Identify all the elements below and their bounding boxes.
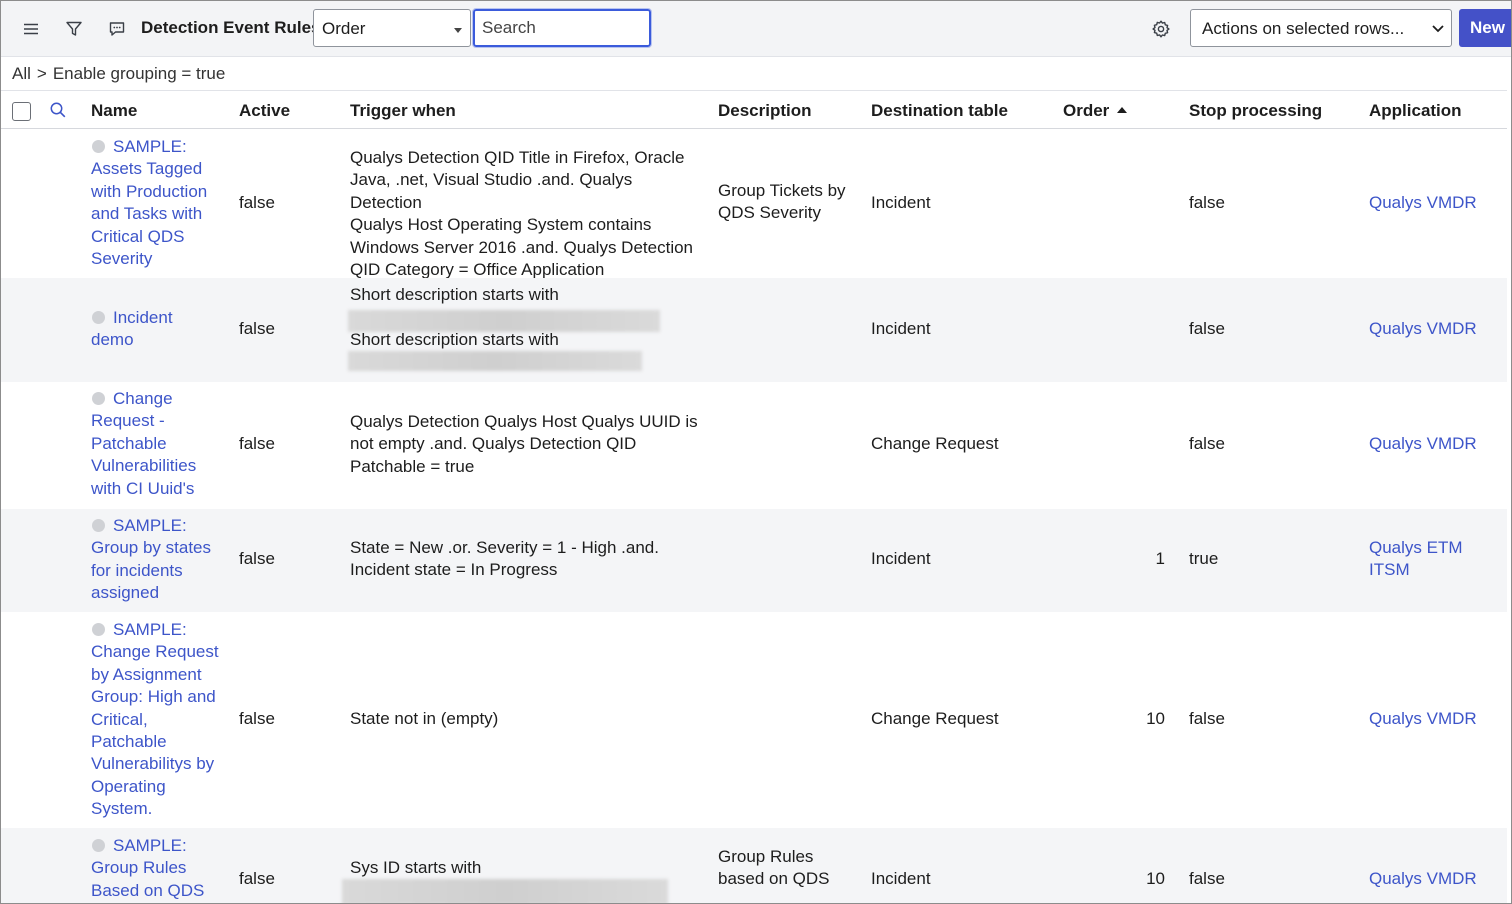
- row-order: 10: [1146, 709, 1165, 728]
- row-name-link[interactable]: Incident demo: [91, 307, 219, 352]
- row-application-link[interactable]: Qualys VMDR: [1369, 192, 1499, 214]
- row-application-link[interactable]: Qualys VMDR: [1369, 708, 1499, 730]
- status-dot-icon: [92, 392, 105, 405]
- column-header-trigger[interactable]: Trigger when: [350, 101, 456, 121]
- row-active: false: [239, 319, 275, 338]
- row-trigger: Short description starts with: [350, 285, 559, 304]
- hamburger-menu-icon[interactable]: [17, 15, 45, 43]
- sort-ascending-icon: [1117, 107, 1128, 113]
- row-destination: Incident: [871, 193, 931, 212]
- row-name-link[interactable]: Change Request - Patchable Vulnerabilities w…: [91, 388, 219, 500]
- row-trigger: Short description starts with: [350, 330, 559, 349]
- row-destination: Incident: [871, 549, 931, 568]
- filter-icon[interactable]: [60, 15, 88, 43]
- row-stop-processing: false: [1189, 869, 1225, 888]
- actions-select[interactable]: Actions on selected rows...: [1190, 9, 1452, 47]
- status-dot-icon: [92, 519, 105, 532]
- row-name-link[interactable]: SAMPLE: Assets Tagged with Production and T…: [91, 136, 219, 270]
- row-order: 10: [1146, 869, 1165, 888]
- row-active: false: [239, 869, 275, 888]
- row-application-link[interactable]: Qualys VMDR: [1369, 433, 1499, 455]
- row-trigger: Sys ID starts with: [350, 858, 482, 877]
- row-active: false: [239, 709, 275, 728]
- new-button[interactable]: New: [1459, 9, 1511, 47]
- redacted-value: [342, 879, 668, 903]
- list-view: Detection Event Rules Order Actions on s…: [0, 0, 1512, 904]
- column-header-order[interactable]: Order: [1063, 101, 1128, 121]
- search-input[interactable]: [472, 8, 652, 48]
- table-row: SAMPLE: Assets Tagged with Production and T…: [1, 130, 1507, 280]
- search-icon[interactable]: [48, 100, 68, 120]
- status-dot-icon: [92, 623, 105, 636]
- order-select-value: Order: [322, 19, 366, 38]
- table-row: Change Request - Patchable Vulnerabilities w…: [1, 382, 1507, 509]
- actions-select-value: Actions on selected rows...: [1202, 19, 1405, 38]
- table-row: SAMPLE: Change Request by Assignment Group:…: [1, 612, 1507, 828]
- column-header-stop[interactable]: Stop processing: [1189, 101, 1322, 121]
- order-select[interactable]: Order: [313, 9, 471, 47]
- row-destination: Change Request: [871, 709, 999, 728]
- comment-icon[interactable]: [103, 15, 131, 43]
- row-name-link[interactable]: SAMPLE: Group Rules Based on QDS: [91, 835, 219, 902]
- row-description: Group Rules based on QDS: [718, 847, 830, 889]
- row-description: Group Tickets by QDS Severity: [718, 181, 846, 223]
- row-destination: Incident: [871, 869, 931, 888]
- column-header-name[interactable]: Name: [91, 101, 137, 121]
- row-trigger: Qualys Detection Qualys Host Qualys UUID…: [350, 412, 698, 476]
- status-dot-icon: [92, 140, 105, 153]
- row-destination: Change Request: [871, 434, 999, 453]
- row-name-link[interactable]: SAMPLE: Change Request by Assignment Group:…: [91, 619, 219, 821]
- table-row: SAMPLE: Group Rules Based on QDS false Sys…: [1, 828, 1507, 903]
- row-stop-processing: false: [1189, 709, 1225, 728]
- table-row: SAMPLE: Group by states for incidents assig…: [1, 509, 1507, 612]
- row-trigger: Qualys Detection QID Title in Firefox, O…: [350, 148, 694, 280]
- column-header-application[interactable]: Application: [1369, 101, 1462, 121]
- row-stop-processing: false: [1189, 434, 1225, 453]
- row-order: 1: [1155, 549, 1165, 568]
- row-active: false: [239, 434, 275, 453]
- column-header-active[interactable]: Active: [239, 101, 290, 121]
- table-row: Incident demo false Short description sta…: [1, 278, 1507, 382]
- row-application-link[interactable]: Qualys VMDR: [1369, 318, 1499, 340]
- row-stop-processing: false: [1189, 319, 1225, 338]
- chevron-down-icon: [1431, 18, 1445, 43]
- list-header: Detection Event Rules Order Actions on s…: [1, 1, 1511, 57]
- row-active: false: [239, 193, 275, 212]
- column-header-description[interactable]: Description: [718, 101, 812, 121]
- breadcrumb-filter[interactable]: Enable grouping = true: [53, 64, 226, 83]
- select-all-checkbox[interactable]: [12, 102, 31, 121]
- row-name-link[interactable]: SAMPLE: Group by states for incidents assig…: [91, 515, 219, 605]
- row-stop-processing: false: [1189, 193, 1225, 212]
- row-trigger: State = New .or. Severity = 1 - High .an…: [350, 538, 659, 580]
- gear-icon[interactable]: [1147, 15, 1175, 43]
- row-stop-processing: true: [1189, 549, 1219, 568]
- status-dot-icon: [92, 311, 105, 324]
- page-title: Detection Event Rules: [141, 18, 321, 37]
- breadcrumb-separator: >: [36, 64, 47, 83]
- column-header-destination[interactable]: Destination table: [871, 101, 1008, 121]
- table-header: Name Active Trigger when Description Des…: [1, 90, 1507, 129]
- breadcrumb: All > Enable grouping = true: [12, 64, 225, 84]
- row-application-link[interactable]: Qualys VMDR: [1369, 868, 1499, 890]
- row-destination: Incident: [871, 319, 931, 338]
- breadcrumb-all[interactable]: All: [12, 64, 31, 83]
- row-trigger: State not in (empty): [350, 709, 499, 728]
- redacted-value: [348, 351, 642, 371]
- row-application-link[interactable]: Qualys ETM ITSM: [1369, 537, 1499, 582]
- status-dot-icon: [92, 839, 105, 852]
- caret-down-icon: [454, 28, 462, 33]
- row-active: false: [239, 549, 275, 568]
- column-header-order-label: Order: [1063, 101, 1110, 120]
